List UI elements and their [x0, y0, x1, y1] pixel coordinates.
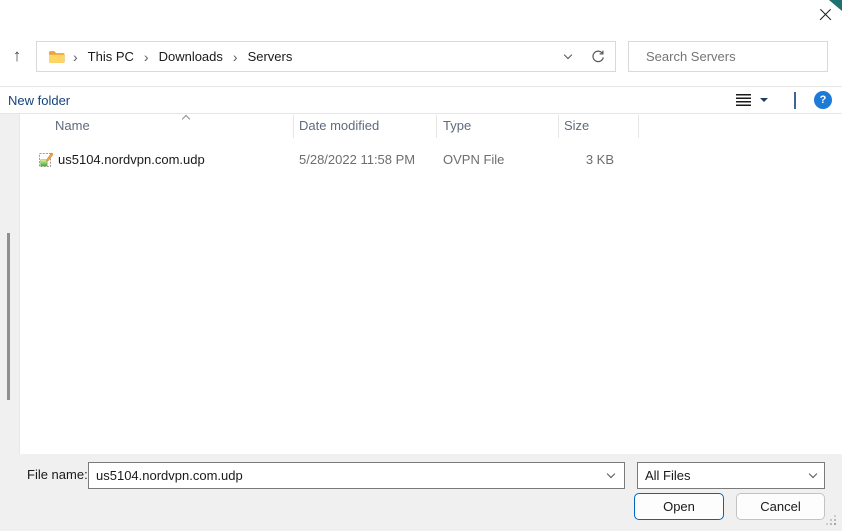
file-name-dropdown-button[interactable]: [598, 463, 624, 488]
cancel-button-label: Cancel: [760, 499, 800, 514]
chevron-right-icon: ›: [65, 50, 86, 64]
search-box: [628, 41, 828, 72]
help-button[interactable]: ?: [814, 91, 832, 109]
chevron-down-icon: [607, 470, 615, 478]
view-mode-button[interactable]: [730, 94, 774, 106]
details-view-icon: [736, 94, 751, 106]
new-folder-button[interactable]: New folder: [8, 93, 70, 108]
file-date-cell: 5/28/2022 11:58 PM: [299, 152, 415, 167]
file-name-cell: us5104.nordvpn.com.udp: [58, 152, 205, 167]
preview-pane-button[interactable]: [788, 93, 802, 108]
cursor-artifact: [829, 0, 842, 11]
file-type-cell: OVPN File: [443, 152, 504, 167]
chevron-down-icon: [809, 470, 817, 478]
open-button-label: Open: [663, 499, 695, 514]
navigate-up-button[interactable]: ↑: [4, 43, 30, 69]
file-row[interactable]: us5104.nordvpn.com.udp 5/28/2022 11:58 P…: [20, 149, 840, 172]
column-header-type[interactable]: Type: [443, 118, 471, 133]
refresh-icon: [590, 49, 606, 65]
search-input[interactable]: [646, 49, 822, 64]
open-button[interactable]: Open: [634, 493, 724, 520]
question-mark-icon: ?: [820, 94, 827, 106]
breadcrumb-item-this-pc[interactable]: This PC: [86, 49, 136, 64]
up-arrow-icon: ↑: [13, 46, 22, 66]
folder-icon[interactable]: [48, 50, 65, 64]
breadcrumb-item-servers[interactable]: Servers: [246, 49, 295, 64]
file-type-value: All Files: [645, 468, 691, 483]
chevron-right-icon: ›: [136, 50, 157, 64]
chevron-down-icon: [564, 51, 572, 59]
file-name-combobox: [88, 462, 625, 489]
open-file-dialog: ↑ › This PC › Downloads › Servers: [0, 0, 842, 531]
file-name-input[interactable]: [89, 468, 598, 483]
chevron-right-icon: ›: [225, 50, 246, 64]
breadcrumb: › This PC › Downloads › Servers: [37, 49, 555, 64]
left-scrollbar-track[interactable]: [0, 114, 20, 454]
refresh-button[interactable]: [581, 42, 615, 71]
file-size-cell: 3 KB: [558, 152, 614, 167]
ovpn-file-icon: [38, 152, 54, 168]
file-type-select[interactable]: All Files: [637, 462, 825, 489]
dropdown-arrow-icon: [760, 98, 768, 102]
column-divider[interactable]: [436, 115, 437, 138]
column-header-date-modified[interactable]: Date modified: [299, 118, 379, 133]
dialog-footer: File name: All Files Open Cancel: [0, 454, 842, 531]
left-scrollbar-thumb[interactable]: [7, 233, 10, 400]
sort-ascending-icon: [182, 115, 190, 123]
cancel-button[interactable]: Cancel: [736, 493, 825, 520]
preview-pane-icon: [794, 92, 796, 109]
column-header-row: Name Date modified Type Size: [20, 115, 842, 138]
column-header-name[interactable]: Name: [55, 118, 90, 133]
column-header-size[interactable]: Size: [564, 118, 589, 133]
resize-grip[interactable]: [834, 523, 836, 525]
column-divider[interactable]: [293, 115, 294, 138]
address-dropdown-button[interactable]: [555, 42, 581, 71]
command-toolbar: New folder ?: [0, 86, 842, 114]
column-divider[interactable]: [638, 115, 639, 138]
column-divider[interactable]: [558, 115, 559, 138]
breadcrumb-item-downloads[interactable]: Downloads: [157, 49, 225, 64]
address-bar[interactable]: › This PC › Downloads › Servers: [36, 41, 616, 72]
file-name-label: File name:: [27, 467, 88, 482]
